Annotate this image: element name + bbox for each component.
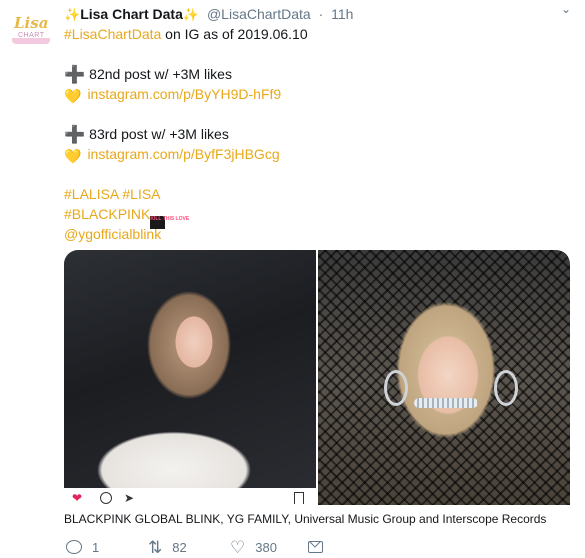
avatar-logo-bar xyxy=(12,38,50,44)
envelope-icon xyxy=(308,541,323,553)
tweet-text: #LisaChartData on IG as of 2019.06.10 ➕ 8… xyxy=(64,24,564,244)
hoop-earring-left xyxy=(384,370,408,406)
timestamp[interactable]: 11h xyxy=(331,6,353,22)
post-2-link[interactable]: instagram.com/p/ByfF3jHBGcg xyxy=(87,146,279,162)
hashtags-line-1[interactable]: #LALISA #LISA xyxy=(64,186,161,202)
comment-icon xyxy=(100,492,112,504)
retweet-count: 82 xyxy=(172,539,187,555)
direct-message-button[interactable] xyxy=(308,537,333,557)
heart-icon: ❤ xyxy=(72,491,83,505)
retweet-button[interactable]: ⇅ 82 xyxy=(148,537,187,557)
mention-link[interactable]: @ygofficialblink xyxy=(64,226,161,242)
tweet-header: ✨Lisa Chart Data✨ @LisaChartData · 11h xyxy=(64,5,353,23)
plus-icon: ➕ xyxy=(64,125,86,144)
reply-count: 1 xyxy=(92,539,100,555)
instagram-action-bar: ❤ ➤ xyxy=(64,490,316,505)
sparkle-icon: ✨ xyxy=(64,7,81,22)
media-grid: ❤ ➤ xyxy=(64,250,570,505)
tweet[interactable]: Lisa CHART DATA ✨Lisa Chart Data✨ @LisaC… xyxy=(0,0,585,558)
tweet-text-segment: on IG as of 2019.06.10 xyxy=(161,26,308,42)
avatar-logo-text: Lisa xyxy=(14,14,49,32)
plus-icon: ➕ xyxy=(64,65,86,84)
like-count: 380 xyxy=(255,539,277,555)
sparkle-icon: ✨ xyxy=(182,7,200,22)
post-1-link[interactable]: instagram.com/p/ByYH9D-hFf9 xyxy=(87,86,281,102)
display-name[interactable]: Lisa Chart Data xyxy=(80,6,183,22)
retweet-icon: ⇅ xyxy=(148,537,163,557)
choker-necklace xyxy=(414,398,478,408)
hashtag-link[interactable]: #LisaChartData xyxy=(64,26,161,42)
heart-icon: ♡ xyxy=(230,537,246,557)
post-2-text: 83rd post w/ +3M likes xyxy=(89,126,229,142)
photo-right[interactable] xyxy=(318,250,570,505)
send-icon: ➤ xyxy=(124,491,135,505)
separator: · xyxy=(318,6,324,22)
bookmark-icon xyxy=(294,492,304,504)
handle[interactable]: @LisaChartData xyxy=(207,6,311,22)
reply-button[interactable]: 1 xyxy=(66,537,99,557)
yellow-heart-icon: 💛 xyxy=(64,148,82,164)
reply-icon xyxy=(66,540,82,554)
photo-left[interactable] xyxy=(64,250,316,488)
like-button[interactable]: ♡ 380 xyxy=(230,537,277,557)
hoop-earring-right xyxy=(494,370,518,406)
avatar[interactable]: Lisa CHART DATA xyxy=(12,6,50,44)
hashtag-blackpink[interactable]: #BLACKPINK xyxy=(64,206,150,222)
chevron-down-icon[interactable]: ⌄ xyxy=(561,2,571,16)
post-1-text: 82nd post w/ +3M likes xyxy=(89,66,232,82)
tagged-users[interactable]: BLACKPINK GLOBAL BLINK, YG FAMILY, Unive… xyxy=(64,511,546,527)
yellow-heart-icon: 💛 xyxy=(64,88,82,104)
